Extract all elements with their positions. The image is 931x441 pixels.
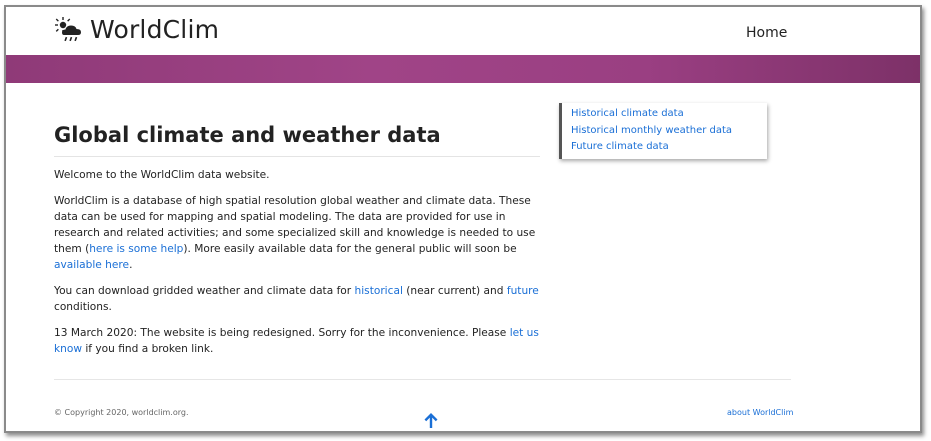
about-link[interactable]: about WorldClim — [727, 408, 793, 417]
page-title: Global climate and weather data — [54, 123, 540, 157]
sidebar-item-historical-climate[interactable]: Historical climate data — [571, 106, 767, 123]
browser-page: WorldClim Home Global climate and weathe… — [4, 5, 922, 433]
arrow-up-icon[interactable] — [423, 412, 439, 431]
brand-name: WorldClim — [90, 15, 220, 44]
cloud-sun-rain-icon — [54, 16, 84, 44]
help-link[interactable]: here is some help — [89, 243, 183, 255]
sidebar-item-historical-monthly[interactable]: Historical monthly weather data — [571, 123, 767, 140]
top-navbar: WorldClim Home — [6, 7, 920, 55]
available-here-link[interactable]: available here — [54, 259, 129, 271]
sidebar-nav: Historical climate data Historical month… — [559, 103, 767, 159]
footer-divider — [54, 379, 791, 380]
future-link[interactable]: future — [507, 285, 539, 297]
header-banner — [6, 55, 920, 83]
copyright-text: © Copyright 2020, worldclim.org. — [54, 408, 189, 417]
sidebar-item-future-climate[interactable]: Future climate data — [571, 139, 767, 156]
notice-paragraph: 13 March 2020: The website is being rede… — [54, 327, 539, 355]
historical-link[interactable]: historical — [355, 285, 403, 297]
download-paragraph: You can download gridded weather and cli… — [54, 285, 539, 313]
content-body: Welcome to the WorldClim data website. W… — [54, 167, 540, 367]
welcome-paragraph: Welcome to the WorldClim data website. — [54, 169, 270, 181]
nav-home-link[interactable]: Home — [746, 25, 787, 41]
description-paragraph: WorldClim is a database of high spatial … — [54, 195, 536, 271]
brand-logo[interactable]: WorldClim — [54, 15, 219, 44]
